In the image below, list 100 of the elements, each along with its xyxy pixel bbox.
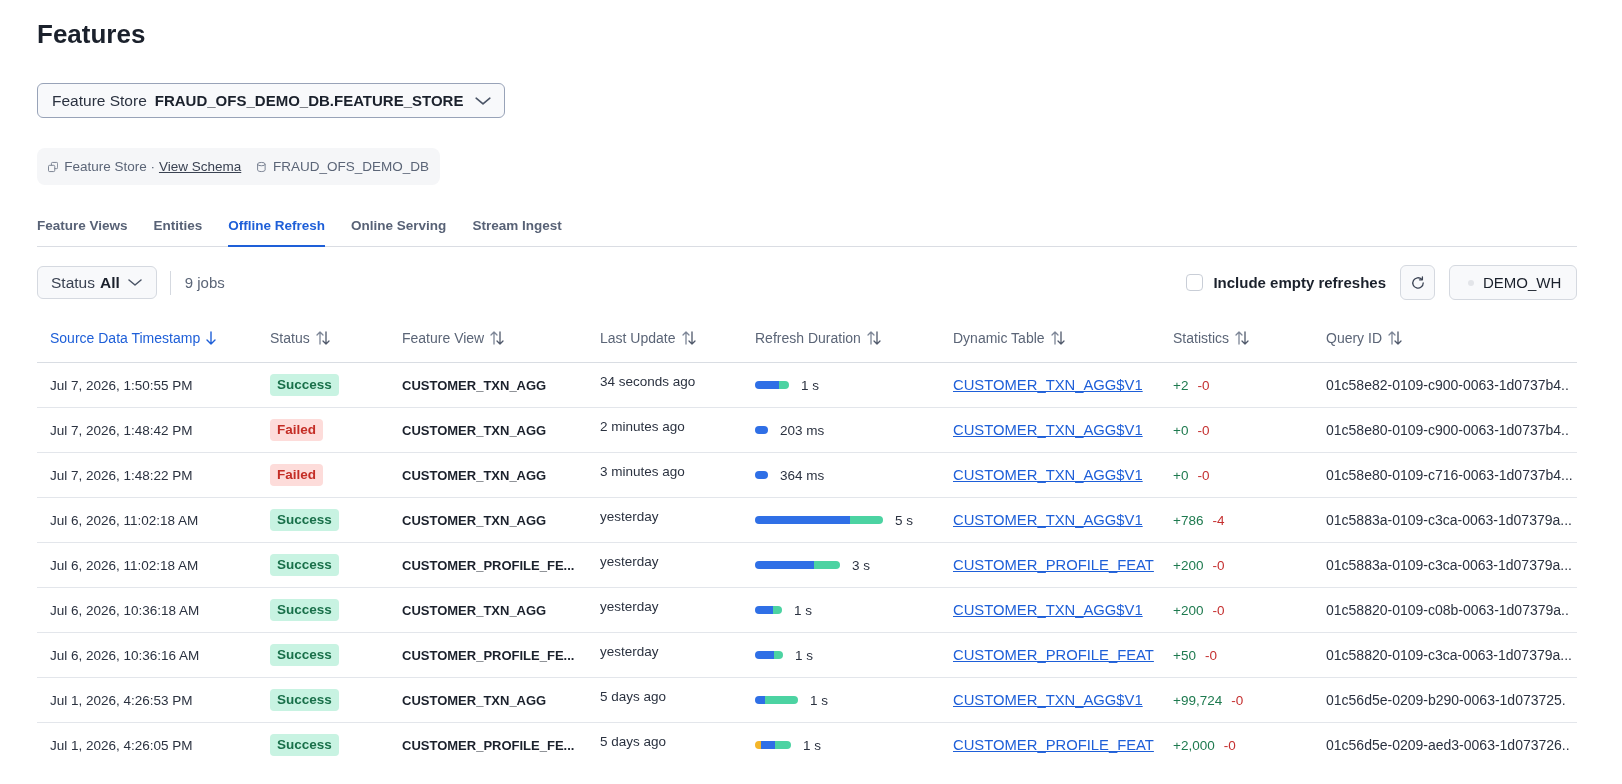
duration-value: 1 s (803, 737, 821, 753)
warehouse-name: DEMO_WH (1483, 274, 1562, 291)
checkbox-label: Include empty refreshes (1213, 274, 1386, 291)
status-badge: Success (270, 644, 339, 666)
status-badge: Success (270, 734, 339, 756)
rows-added: +50 (1173, 647, 1196, 663)
last-update: yesterday (600, 554, 659, 569)
tab[interactable]: Online Serving (351, 207, 447, 247)
timestamp: Jul 1, 2026, 4:26:05 PM (50, 737, 193, 753)
feature-view-name: CUSTOMER_PROFILE_FE... (402, 557, 575, 573)
status-badge: Success (270, 689, 339, 711)
page-title: Features (37, 18, 146, 50)
dynamic-table-link[interactable]: CUSTOMER_TXN_AGG$V1 (953, 692, 1143, 708)
sort-arrows-icon (681, 331, 696, 345)
tab[interactable]: Feature Views (37, 207, 128, 247)
rows-removed: -0 (1223, 737, 1236, 753)
column-header[interactable]: Feature View (402, 330, 505, 346)
status-filter-dropdown[interactable]: Status All (37, 266, 157, 299)
status-badge: Failed (270, 419, 323, 441)
rows-removed: -0 (1197, 377, 1210, 393)
column-header[interactable]: Refresh Duration (755, 330, 881, 346)
view-schema-link[interactable]: View Schema (158, 159, 242, 174)
store-type-label: Feature Store · (64, 159, 155, 174)
dynamic-table-link[interactable]: CUSTOMER_TXN_AGG$V1 (953, 512, 1143, 528)
query-id: 01c56d5e-0209-b290-0063-1d073725. (1326, 692, 1566, 708)
column-header[interactable]: Status (270, 330, 330, 346)
last-update: 3 minutes ago (600, 464, 685, 479)
feature-view-name: CUSTOMER_TXN_AGG (402, 602, 547, 618)
status-badge: Success (270, 599, 339, 621)
rows-added: +0 (1173, 422, 1189, 438)
last-update: 2 minutes ago (600, 419, 685, 434)
database-name: FRAUD_OFS_DEMO_DB (272, 159, 429, 174)
query-id: 01c58820-0109-c3ca-0063-1d07379a... (1326, 647, 1572, 663)
tab[interactable]: Stream Ingest (472, 207, 562, 247)
feature-view-name: CUSTOMER_TXN_AGG (402, 377, 547, 393)
dynamic-table-link[interactable]: CUSTOMER_TXN_AGG$V1 (953, 467, 1143, 483)
dynamic-table-link[interactable]: CUSTOMER_TXN_AGG$V1 (953, 377, 1143, 393)
feature-view-name: CUSTOMER_PROFILE_FE... (402, 737, 575, 753)
refresh-button[interactable] (1400, 265, 1435, 300)
feature-view-name: CUSTOMER_PROFILE_FE... (402, 647, 575, 663)
column-header[interactable]: Source Data Timestamp (50, 330, 217, 346)
timestamp: Jul 6, 2026, 11:02:18 AM (50, 557, 199, 573)
column-header[interactable]: Statistics (1173, 330, 1249, 346)
rows-removed: -0 (1212, 557, 1225, 573)
timestamp: Jul 6, 2026, 10:36:16 AM (50, 647, 200, 663)
feature-store-dropdown[interactable]: Feature Store FRAUD_OFS_DEMO_DB.FEATURE_STORE (37, 83, 506, 118)
column-header[interactable]: Query ID (1326, 330, 1402, 346)
sort-arrows-icon (1388, 331, 1402, 345)
rows-removed: -0 (1197, 467, 1210, 483)
column-header[interactable]: Last Update (600, 330, 696, 346)
dynamic-table-link[interactable]: CUSTOMER_PROFILE_FEAT (953, 737, 1154, 753)
duration-value: 1 s (801, 377, 819, 393)
dynamic-table-link[interactable]: CUSTOMER_PROFILE_FEAT (953, 557, 1154, 573)
duration-segment (755, 426, 768, 434)
timestamp: Jul 7, 2026, 1:48:22 PM (50, 467, 193, 483)
duration-value: 364 ms (780, 467, 825, 483)
status-badge: Success (270, 509, 339, 531)
last-update: 34 seconds ago (600, 374, 696, 389)
timestamp: Jul 6, 2026, 10:36:18 AM (50, 602, 200, 618)
rows-removed: -4 (1212, 512, 1225, 528)
dropdown-label: Feature Store (52, 91, 147, 110)
stacked-squares-icon (48, 159, 59, 174)
status-badge: Success (270, 374, 339, 396)
rows-added: +2 (1173, 377, 1189, 393)
chevron-down-icon (127, 279, 142, 286)
duration-value: 3 s (852, 557, 870, 573)
query-id: 01c5883a-0109-c3ca-0063-1d07379a... (1326, 557, 1572, 573)
query-id: 01c5883a-0109-c3ca-0063-1d07379a... (1326, 512, 1572, 528)
tab[interactable]: Entities (153, 207, 203, 247)
rows-added: +99,724 (1173, 692, 1223, 708)
sort-arrows-icon (1050, 331, 1065, 345)
feature-view-name: CUSTOMER_TXN_AGG (402, 692, 547, 708)
sort-arrows-icon (1235, 331, 1249, 345)
status-badge: Failed (270, 464, 323, 486)
query-id: 01c58e80-0109-c900-0063-1d0737b4.. (1326, 422, 1569, 438)
warehouse-button[interactable]: DEMO_WH (1449, 265, 1577, 300)
filter-value: All (99, 273, 120, 292)
dynamic-table-link[interactable]: CUSTOMER_TXN_AGG$V1 (953, 422, 1143, 438)
sort-arrows-icon (315, 331, 330, 345)
query-id: 01c58e80-0109-c716-0063-1d0737b4... (1326, 467, 1573, 483)
filter-label: Status (51, 273, 95, 292)
duration-value: 1 s (795, 647, 813, 663)
rows-removed: -0 (1231, 692, 1244, 708)
dropdown-value: FRAUD_OFS_DEMO_DB.FEATURE_STORE (154, 92, 464, 109)
column-header[interactable]: Dynamic Table (953, 330, 1065, 346)
query-id: 01c58e82-0109-c900-0063-1d0737b4.. (1326, 377, 1569, 393)
dynamic-table-link[interactable]: CUSTOMER_PROFILE_FEAT (953, 647, 1154, 663)
tab[interactable]: Offline Refresh (228, 207, 326, 247)
duration-value: 5 s (895, 512, 913, 528)
query-id: 01c56d5e-0209-aed3-0063-1d073726.. (1326, 737, 1570, 753)
duration-value: 1 s (810, 692, 828, 708)
rows-added: +2,000 (1173, 737, 1215, 753)
rows-added: +786 (1173, 512, 1204, 528)
rows-removed: -0 (1197, 422, 1210, 438)
job-count: 9 jobs (184, 274, 225, 291)
duration-segment (755, 471, 768, 479)
dynamic-table-link[interactable]: CUSTOMER_TXN_AGG$V1 (953, 602, 1143, 618)
checkbox[interactable] (1186, 274, 1204, 291)
status-badge: Success (270, 554, 339, 576)
timestamp: Jul 7, 2026, 1:50:55 PM (50, 377, 193, 393)
